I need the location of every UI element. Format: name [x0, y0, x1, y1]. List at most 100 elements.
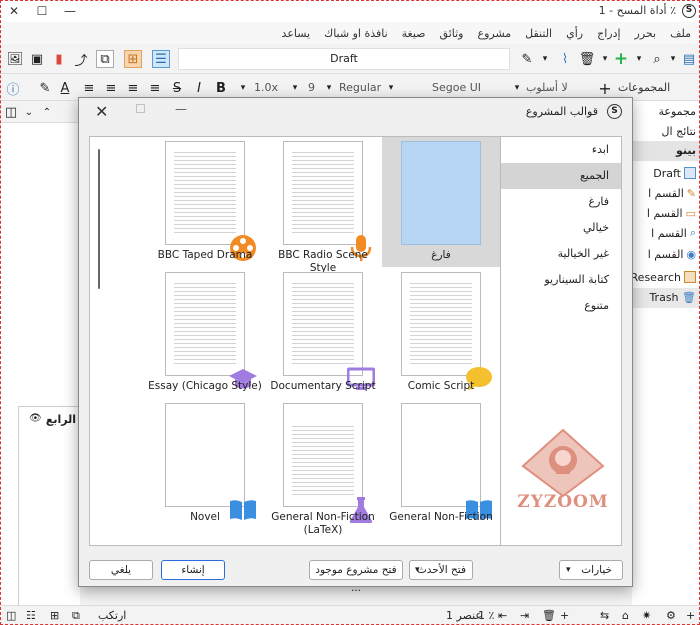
status-back-icon[interactable]: ⇤ — [498, 609, 507, 622]
align-center-icon[interactable]: ≡ — [102, 79, 120, 97]
options-button[interactable]: ▾ خيارات — [559, 560, 623, 580]
status-forward-icon[interactable]: ⇥ — [520, 609, 529, 622]
compose-icon[interactable]: 🖼 — [6, 50, 24, 68]
minimize-window-button[interactable]: — — [56, 0, 84, 22]
add-dropdown-icon[interactable]: ▾ — [630, 50, 648, 68]
highlight-icon[interactable]: ✎ — [36, 79, 54, 97]
note-card[interactable]: الرابع 👁 — [18, 406, 80, 606]
menu-documents[interactable]: وثائق — [433, 27, 471, 40]
font-name-select[interactable]: Segoe UI — [432, 79, 481, 97]
template-documentary-script[interactable]: Documentary Script — [264, 268, 382, 398]
status-trash-icon[interactable]: 🗑 — [542, 609, 556, 622]
bookmark-icon[interactable]: ▮ — [50, 50, 68, 68]
status-view-icon[interactable]: ⧉ — [72, 609, 80, 623]
inspector-icon[interactable]: ▣ — [28, 50, 46, 68]
cancel-button[interactable]: يلغي — [89, 560, 153, 580]
status-grid-icon[interactable]: ⊞ — [50, 609, 59, 622]
info-icon[interactable]: ⓘ — [4, 79, 22, 98]
edit-icon[interactable]: ✎ — [518, 50, 536, 68]
template-bbc-taped-drama[interactable]: BBC Taped Drama — [146, 137, 264, 267]
menu-edit[interactable]: بحرر — [628, 27, 664, 40]
dialog-maximize-icon[interactable]: ☐ — [135, 102, 146, 116]
justify-icon[interactable]: ≡ — [124, 79, 142, 97]
status-folder-icon[interactable]: ⌂ — [622, 609, 629, 622]
split-icon[interactable]: ◫ — [2, 103, 20, 121]
category-fiction[interactable]: خيالي — [501, 215, 621, 241]
grid-scrollbar[interactable] — [98, 149, 100, 289]
category-blank[interactable]: فارغ — [501, 189, 621, 215]
status-star-icon[interactable]: ✷ — [642, 609, 651, 622]
chevron-down-icon[interactable]: ⌄ — [20, 103, 38, 121]
paperclip-icon[interactable]: ⌇ — [556, 50, 574, 68]
template-blank[interactable]: فارغ — [382, 137, 500, 267]
binder-item-section-4[interactable]: القسم ا ◉ — [648, 244, 696, 264]
status-split-icon[interactable]: ◫ — [6, 609, 16, 622]
menu-window[interactable]: نافذة او شباك — [317, 27, 395, 40]
menu-file[interactable]: ملف — [663, 27, 698, 40]
binder-item-research[interactable]: Research — [631, 267, 696, 287]
menu-insert[interactable]: إدراج — [590, 27, 627, 40]
menu-project[interactable]: مشروع — [471, 27, 519, 40]
menu-format[interactable]: صيغة — [395, 27, 433, 40]
template-general-non-fiction[interactable]: General Non-Fiction — [382, 399, 500, 529]
template-comic-script[interactable]: Comic Script — [382, 268, 500, 398]
font-size-dropdown-icon[interactable]: ▾ — [286, 79, 304, 97]
font-weight-select[interactable]: Regular — [339, 79, 381, 97]
maximize-window-button[interactable]: ☐ — [28, 0, 56, 22]
menu-view[interactable]: رأي — [559, 27, 590, 40]
category-getting-started[interactable]: ابدء — [501, 137, 621, 163]
single-view-icon[interactable]: ⧉ — [96, 50, 114, 68]
template-essay-chicago[interactable]: Essay (Chicago Style) — [146, 268, 264, 398]
binder-item-search-results[interactable]: نتائج ال — [662, 121, 696, 141]
create-button[interactable]: إنشاء — [161, 560, 225, 580]
line-spacing-dropdown-icon[interactable]: ▾ — [234, 79, 252, 97]
line-spacing-select[interactable]: 1.0x — [254, 79, 278, 97]
add-icon[interactable]: + — [612, 49, 630, 69]
status-plus-icon[interactable]: + — [686, 609, 695, 622]
category-non-fiction[interactable]: غير الخيالية — [501, 241, 621, 267]
category-miscellaneous[interactable]: متنوع — [501, 293, 621, 319]
menu-navigate[interactable]: التنقل — [518, 27, 559, 40]
status-settings-icon[interactable]: ⚙ — [666, 609, 676, 622]
style-select[interactable]: لا أسلوب — [526, 79, 568, 97]
open-existing-button[interactable]: فتح مشروع موجود ... — [309, 560, 403, 594]
binder-item-section-2[interactable]: القسم ا ▭ — [647, 203, 696, 223]
font-weight-dropdown-icon[interactable]: ▾ — [320, 79, 338, 97]
add-collection-icon[interactable]: + — [596, 79, 614, 98]
trash-toolbar-icon[interactable]: 🗑 — [578, 50, 596, 68]
menu-help[interactable]: يساعد — [275, 27, 318, 40]
font-name-dropdown-icon[interactable]: ▾ — [382, 79, 400, 97]
style-dropdown-icon[interactable]: ▾ — [508, 79, 526, 97]
corkboard-icon[interactable]: ⊞ — [124, 50, 142, 68]
status-move-icon[interactable]: ⇆ — [600, 609, 609, 622]
italic-icon[interactable]: I — [190, 79, 208, 97]
binder-item-section-3[interactable]: القسم ا ⌕ — [651, 223, 696, 243]
dialog-minimize-icon[interactable]: — — [175, 102, 187, 116]
binder-item-section-1[interactable]: القسم ا ✎ — [648, 183, 696, 203]
binder-item-trash[interactable]: Trash 🗑 — [632, 288, 700, 308]
template-general-non-fiction-latex[interactable]: General Non-Fiction (LaTeX) — [264, 399, 382, 536]
close-window-button[interactable]: ✕ — [0, 0, 28, 22]
binder-item-collection[interactable]: مجموعة — [659, 101, 697, 121]
text-color-icon[interactable]: A — [56, 79, 74, 97]
binder-item-draft[interactable]: Draft — [653, 163, 696, 183]
align-left-icon[interactable]: ≡ — [146, 79, 164, 97]
open-recent-button[interactable]: ▾ فتح الأحدث — [409, 560, 473, 580]
zoom-level[interactable]: 1 ٪ — [478, 609, 494, 622]
chevron-up-icon[interactable]: ⌃ — [38, 103, 56, 121]
align-right-icon[interactable]: ≡ — [80, 79, 98, 97]
strikethrough-icon[interactable]: S — [168, 79, 186, 97]
bold-icon[interactable]: B — [212, 79, 230, 97]
outline-icon[interactable]: ☰ — [152, 50, 170, 68]
category-scriptwriting[interactable]: كتابة السيناريو — [501, 267, 621, 293]
binder-toggle-icon[interactable]: ▤ — [680, 50, 698, 68]
status-layout-icon[interactable]: ☷ — [26, 609, 36, 622]
arrange-label[interactable]: ارتكب — [98, 609, 126, 622]
status-add-icon[interactable]: + — [560, 609, 569, 622]
template-novel[interactable]: Novel — [146, 399, 264, 529]
template-bbc-radio-scene[interactable]: BBC Radio Scene Style — [264, 137, 382, 274]
font-size-select[interactable]: 9 — [308, 79, 315, 97]
share-icon[interactable]: ⤴ — [72, 50, 90, 69]
edit-dropdown-icon[interactable]: ▾ — [536, 50, 554, 68]
dialog-close-icon[interactable]: ✕ — [95, 102, 108, 121]
